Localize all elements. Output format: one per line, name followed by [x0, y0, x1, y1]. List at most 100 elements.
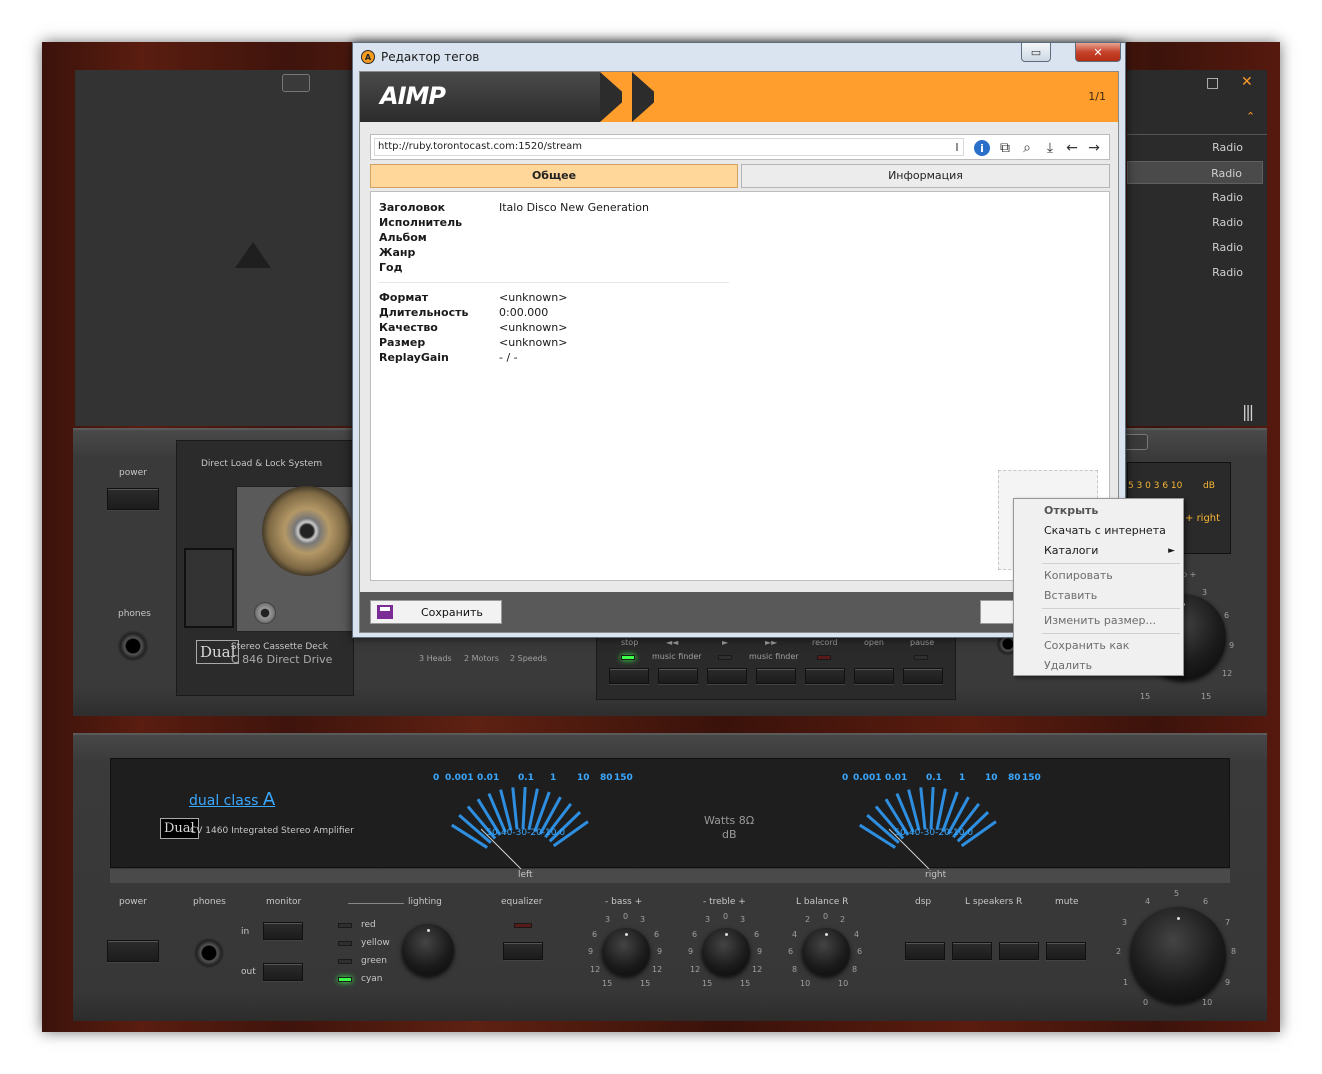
- equalizer-label: equalizer: [501, 897, 543, 907]
- playlist-item-selected[interactable]: Radio: [1127, 161, 1263, 184]
- save-button[interactable]: Сохранить: [370, 600, 502, 624]
- forward-button[interactable]: [756, 668, 796, 684]
- volume-tick: 3: [1122, 918, 1128, 927]
- volume-tick: 4: [1145, 897, 1151, 906]
- tone-tick: 6: [692, 930, 698, 939]
- info-icon[interactable]: i: [974, 140, 990, 156]
- playlist-item[interactable]: Radio: [1127, 186, 1263, 209]
- copy-icon[interactable]: ⧉: [996, 139, 1014, 157]
- field-label-replaygain: ReplayGain: [379, 351, 449, 364]
- playlist-item[interactable]: Radio: [1127, 261, 1263, 284]
- vu-scale: 5 3 0 3 6 10: [1128, 481, 1183, 491]
- fields-divider: [379, 282, 729, 283]
- amp-power-button[interactable]: [107, 940, 159, 962]
- mute-label: mute: [1055, 897, 1079, 907]
- aimp-logo: AIMP: [380, 82, 446, 110]
- amp-phones-label: phones: [193, 897, 226, 907]
- monitor-out-button[interactable]: [263, 963, 303, 981]
- collapse-up-icon[interactable]: ⌃: [1246, 110, 1255, 123]
- menu-item-resize[interactable]: Изменить размер...: [1016, 611, 1181, 631]
- deck-power-button[interactable]: [107, 488, 159, 510]
- balance-knob[interactable]: [802, 928, 850, 976]
- treble-knob[interactable]: [702, 928, 750, 976]
- dialog-restore-button[interactable]: ▭: [1021, 43, 1051, 62]
- tab-general[interactable]: Общее: [370, 164, 738, 188]
- record-button[interactable]: [805, 668, 845, 684]
- arrow-left-icon[interactable]: ←: [1063, 139, 1081, 157]
- bass-knob[interactable]: [602, 928, 650, 976]
- pause-label: pause: [910, 638, 935, 647]
- lighting-option: red: [361, 920, 376, 930]
- playlist-item[interactable]: Radio: [1127, 136, 1263, 159]
- rewind-label: ◄◄: [666, 638, 679, 647]
- play-button[interactable]: [707, 668, 747, 684]
- treble-label: - treble +: [703, 897, 746, 907]
- speakers-label: L speakers R: [965, 897, 1023, 907]
- tone-tick: 12: [652, 965, 663, 974]
- folder-search-icon[interactable]: ⌕: [1018, 139, 1036, 157]
- tone-tick: 15: [640, 979, 651, 988]
- restore-window-icon[interactable]: [282, 74, 310, 92]
- menu-separator: [1042, 633, 1180, 634]
- tag-editor-dialog: A Редактор тегов ▭ ✕ AIMP 1/1 http://rub…: [352, 42, 1126, 638]
- tone-tick: 3: [705, 915, 711, 924]
- field-label-quality: Качество: [379, 321, 438, 334]
- dialog-close-button[interactable]: ✕: [1075, 43, 1121, 62]
- menu-item-catalogs[interactable]: Каталоги ►: [1016, 541, 1181, 561]
- vu-restore-icon[interactable]: [1124, 434, 1148, 450]
- tone-tick: 9: [657, 947, 663, 956]
- speaker-right-button[interactable]: [999, 942, 1039, 960]
- volume-tick: 7: [1225, 918, 1231, 927]
- maximize-icon[interactable]: □: [1206, 75, 1219, 91]
- dialog-footer: Сохранить: [360, 592, 1118, 632]
- banner-chevron-gap: [654, 72, 682, 122]
- field-value-replaygain: - / -: [499, 351, 518, 364]
- stop-led: [621, 655, 635, 660]
- balance-tick: 10: [800, 979, 811, 988]
- right-power-meter: [834, 769, 1034, 870]
- rewind-button[interactable]: [658, 668, 698, 684]
- download-icon[interactable]: ⤓: [1041, 139, 1059, 157]
- music-finder-label: music finder: [749, 652, 799, 661]
- field-value-title[interactable]: Italo Disco New Generation: [499, 201, 649, 214]
- submenu-arrow-icon: ►: [1168, 546, 1175, 556]
- meter-db-scale: -50-40-30-20-10 0: [891, 828, 974, 838]
- menu-item-download[interactable]: Скачать с интернета: [1016, 521, 1181, 541]
- monitor-in-label: in: [241, 927, 250, 937]
- volume-knob[interactable]: [1130, 907, 1226, 1003]
- playlist-item[interactable]: Radio: [1127, 211, 1263, 234]
- album-art-context-menu: Открыть Скачать с интернета Каталоги ► К…: [1013, 498, 1184, 676]
- menu-item-delete[interactable]: Удалить: [1016, 656, 1181, 676]
- stop-button[interactable]: [609, 668, 649, 684]
- balance-label: L balance R: [796, 897, 849, 907]
- close-icon[interactable]: ✕: [1241, 74, 1253, 90]
- close-icon: ✕: [1093, 45, 1103, 59]
- balance-tick: 4: [792, 930, 798, 939]
- arrow-right-icon[interactable]: →: [1085, 139, 1103, 157]
- playlist-menu-icon[interactable]: |||: [1242, 402, 1254, 421]
- level-tick: 15: [1201, 692, 1212, 701]
- vu-channel-label: + right: [1185, 513, 1221, 524]
- equalizer-button[interactable]: [503, 942, 543, 960]
- deck-feature: 2 Motors: [464, 654, 499, 663]
- lighting-led-cyan: [338, 977, 352, 982]
- menu-item-save-as[interactable]: Сохранить как: [1016, 636, 1181, 656]
- tone-tick: 12: [590, 965, 601, 974]
- lighting-selector-knob[interactable]: [402, 924, 454, 976]
- mute-button[interactable]: [1046, 942, 1086, 960]
- aimp-banner: AIMP 1/1: [360, 72, 1118, 122]
- menu-item-paste[interactable]: Вставить: [1016, 586, 1181, 606]
- url-field[interactable]: http://ruby.torontocast.com:1520/stream: [374, 138, 964, 156]
- menu-item-open[interactable]: Открыть: [1016, 501, 1181, 521]
- speaker-left-button[interactable]: [952, 942, 992, 960]
- playlist-item[interactable]: Radio: [1127, 236, 1263, 259]
- menu-item-copy[interactable]: Копировать: [1016, 566, 1181, 586]
- balance-tick: 6: [788, 947, 794, 956]
- tab-information[interactable]: Информация: [741, 164, 1110, 188]
- monitor-in-button[interactable]: [263, 922, 303, 940]
- pause-button[interactable]: [903, 668, 943, 684]
- dsp-button[interactable]: [905, 942, 945, 960]
- tone-tick: 6: [592, 930, 598, 939]
- url-bar: http://ruby.torontocast.com:1520/stream …: [370, 134, 1110, 160]
- open-button[interactable]: [854, 668, 894, 684]
